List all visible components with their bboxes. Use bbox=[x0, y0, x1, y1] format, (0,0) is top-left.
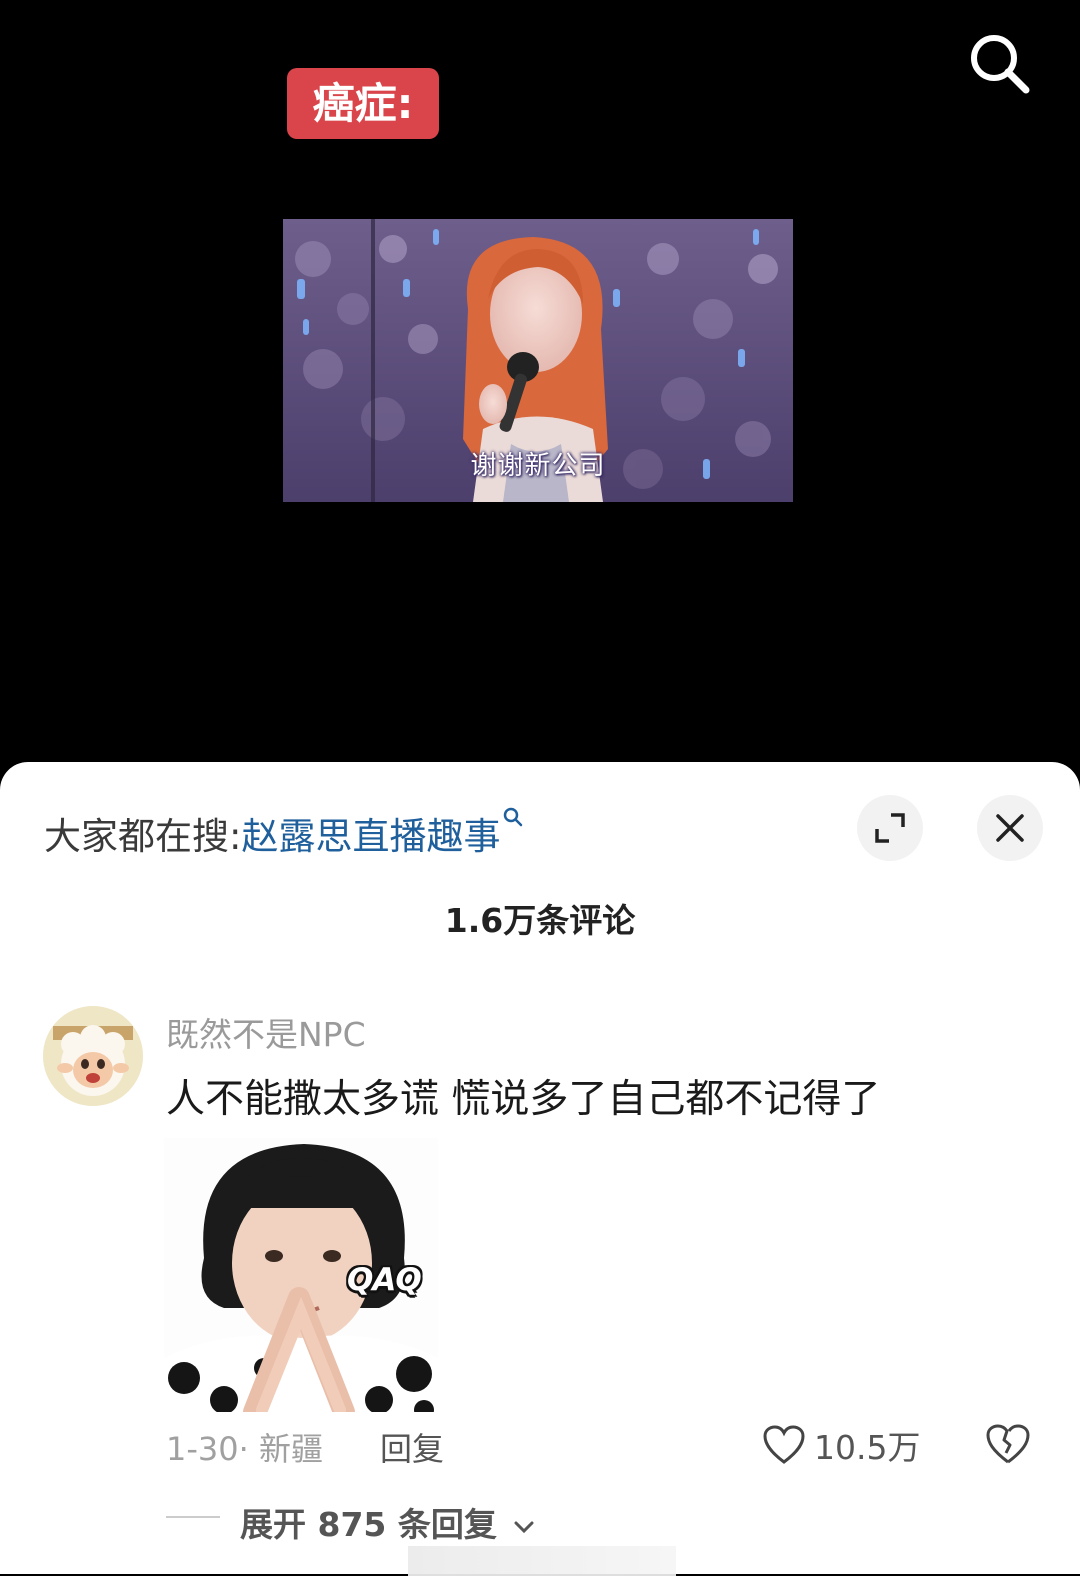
like-count: 10.5万 bbox=[814, 1428, 921, 1467]
reply-button[interactable]: 回复 bbox=[380, 1424, 444, 1470]
comment-date-location: 1-30· 新疆 bbox=[166, 1430, 323, 1468]
expand-replies-button[interactable]: 展开 875 条回复 bbox=[240, 1498, 536, 1546]
search-hint-link[interactable]: 赵露思直播趣事 bbox=[241, 815, 500, 858]
close-icon bbox=[996, 814, 1024, 842]
heart-icon bbox=[763, 1425, 805, 1464]
sheep-cartoon-avatar bbox=[43, 1006, 143, 1106]
comment-sticker-image[interactable]: QAQ bbox=[164, 1138, 438, 1412]
watermark-overlay bbox=[408, 1546, 676, 1576]
video-overlay-label: 癌症: bbox=[287, 68, 439, 139]
broken-heart-icon bbox=[986, 1424, 1030, 1464]
like-button[interactable]: 10.5万 bbox=[762, 1420, 920, 1470]
avatar[interactable] bbox=[43, 1006, 143, 1106]
expand-replies-label: 展开 875 条回复 bbox=[240, 1505, 497, 1544]
sticker-caption: QAQ bbox=[347, 1262, 422, 1298]
video-area[interactable]: 癌症: 谢谢新公司 bbox=[0, 0, 1080, 790]
search-button[interactable] bbox=[962, 26, 1038, 102]
expand-button[interactable] bbox=[857, 795, 923, 861]
divider-line bbox=[166, 1516, 220, 1518]
search-icon bbox=[971, 35, 1030, 94]
comment-text: 人不能撒太多谎 慌说多了自己都不记得了 bbox=[166, 1077, 881, 1122]
comment-count: 1.6万条评论 bbox=[444, 901, 636, 940]
close-button[interactable] bbox=[977, 795, 1043, 861]
search-hint-prefix: 大家都在搜: bbox=[44, 815, 242, 858]
comment-username[interactable]: 既然不是NPC bbox=[166, 1008, 366, 1056]
video-frame: 谢谢新公司 bbox=[283, 219, 793, 502]
small-search-icon bbox=[504, 807, 523, 827]
dislike-button[interactable] bbox=[985, 1422, 1031, 1468]
chevron-down-icon bbox=[514, 1521, 534, 1533]
expand-icon bbox=[875, 813, 905, 843]
video-subtitle: 谢谢新公司 bbox=[470, 451, 606, 481]
trending-search[interactable]: 大家都在搜:赵露思直播趣事 bbox=[44, 806, 524, 860]
comment-sheet: 大家都在搜:赵露思直播趣事 1.6万条评论 既然不是NPC 人不能撒太多谎 慌说… bbox=[0, 762, 1080, 1576]
